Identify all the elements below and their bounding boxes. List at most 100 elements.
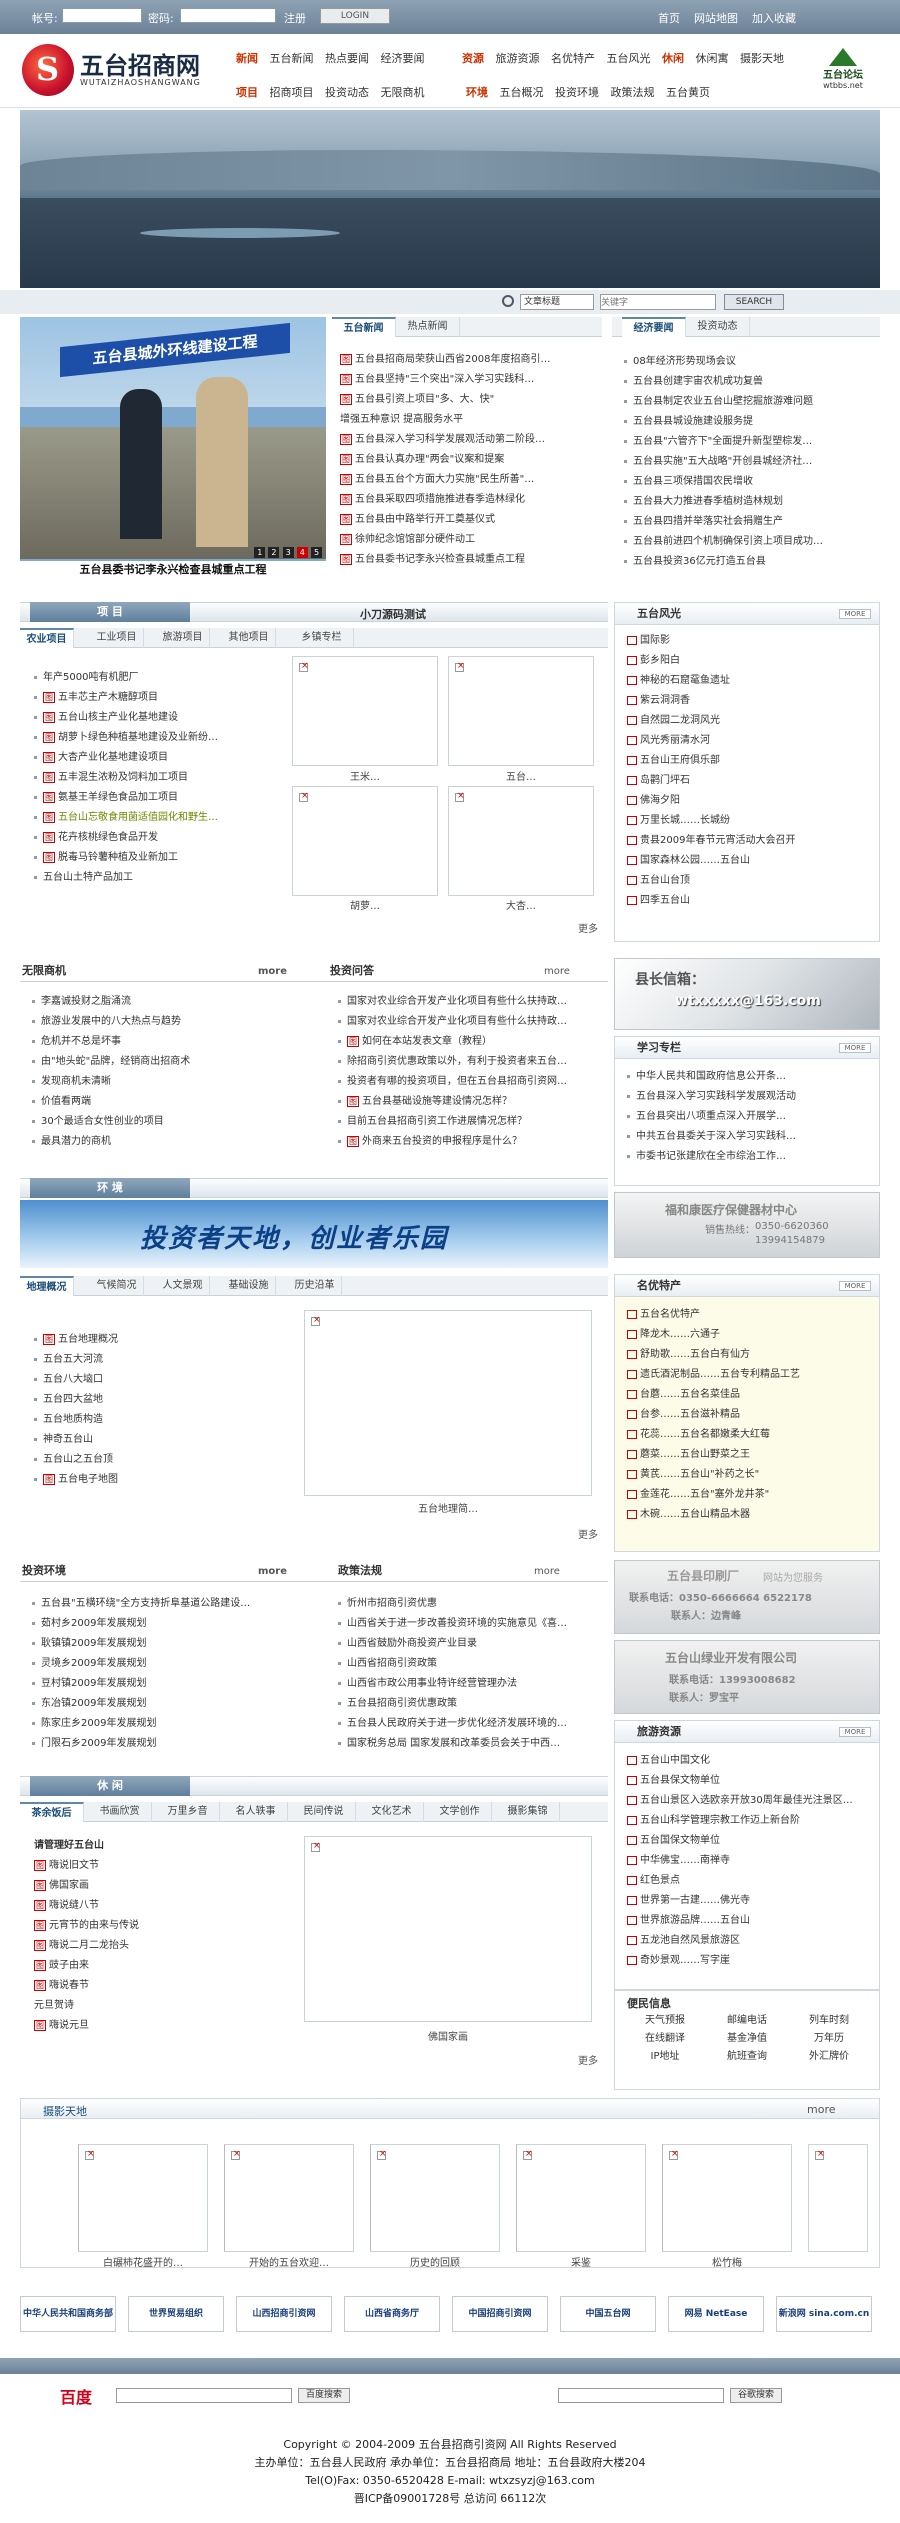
list-item[interactable]: 图五台山核主产业化基地建设 xyxy=(34,708,284,728)
leisure-thumb-caption[interactable]: 佛国家画 xyxy=(304,2028,592,2043)
list-item[interactable]: 市委书记张建欣在全市综治工作… xyxy=(627,1147,871,1167)
list-item[interactable]: 中华佛宝……南禅寺 xyxy=(627,1851,871,1871)
list-item[interactable]: 黄芪……五台山"补药之长" xyxy=(627,1465,871,1485)
list-item[interactable]: 木碗……五台山精品木器 xyxy=(627,1505,871,1525)
slider-page-1[interactable]: 1 xyxy=(254,547,266,558)
list-item[interactable]: 五台五大河流 xyxy=(34,1350,284,1370)
list-item[interactable]: 忻州市招商引资优惠 xyxy=(338,1594,608,1614)
tab-leisure-2[interactable]: 书画欣赏 xyxy=(88,1802,152,1822)
list-item[interactable]: 增强五种意识 提高服务水平 xyxy=(340,410,602,430)
list-item[interactable]: 旅游业发展中的八大热点与趋势 xyxy=(32,1012,312,1032)
convenience-link[interactable]: 基金净值 xyxy=(707,2031,787,2047)
list-item[interactable]: 图五台地理概况 xyxy=(34,1330,284,1350)
list-item[interactable]: 发现商机未清晰 xyxy=(32,1072,312,1092)
nav-link[interactable]: 热点要闻 xyxy=(325,52,369,65)
nav-link[interactable]: 五台黄页 xyxy=(666,86,710,99)
leisure-more-link[interactable]: 更多 xyxy=(578,2052,598,2067)
convenience-link[interactable]: 航班查询 xyxy=(707,2049,787,2065)
register-link[interactable]: 注册 xyxy=(284,10,306,26)
convenience-link[interactable]: 万年历 xyxy=(789,2031,869,2047)
list-item[interactable]: 五龙池自然风景旅游区 xyxy=(627,1931,871,1951)
gallery-photo-caption[interactable]: 开始的五台欢迎… xyxy=(214,2254,364,2269)
favorite-link[interactable]: 加入收藏 xyxy=(752,10,796,26)
list-item[interactable]: 佛海夕阳 xyxy=(627,791,871,811)
friend-link-logo[interactable]: 网易 NetEase xyxy=(668,2296,764,2332)
gallery-photo[interactable] xyxy=(224,2144,354,2252)
convenience-link[interactable]: 在线翻译 xyxy=(625,2031,705,2047)
friend-link-logo[interactable]: 世界贸易组织 xyxy=(128,2296,224,2332)
list-item[interactable]: 李嘉诚投财之脂涌流 xyxy=(32,992,312,1012)
list-item[interactable]: 神秘的石窟鼋鱼遗址 xyxy=(627,671,871,691)
list-item[interactable]: 五台山土特产品加工 xyxy=(34,868,284,888)
list-item[interactable]: 五台四大盆地 xyxy=(34,1390,284,1410)
printing-ad[interactable]: 五台县印刷厂 网站为您服务 联系电话：0350-6666664 6522178 … xyxy=(614,1560,880,1634)
search-field-select[interactable]: 文章标题 xyxy=(520,294,594,310)
convenience-link[interactable]: 外汇牌价 xyxy=(789,2049,869,2065)
nav-link[interactable]: 经济要闻 xyxy=(381,52,425,65)
gallery-photo[interactable] xyxy=(808,2144,868,2252)
nav-link[interactable]: 投资环境 xyxy=(555,86,599,99)
tab-infrastructure[interactable]: 基础设施 xyxy=(222,1276,276,1296)
list-item[interactable]: 四季五台山 xyxy=(627,891,871,911)
tab-history[interactable]: 历史沿革 xyxy=(288,1276,342,1296)
list-item[interactable]: 台蘑……五台名菜佳品 xyxy=(627,1385,871,1405)
photo-slider[interactable]: 五台县城外环线建设工程 五台县委书记李永兴检查县城重点工程 1 2 3 4 5 xyxy=(20,317,326,579)
project-thumb-caption[interactable]: 大杏… xyxy=(448,897,594,912)
login-button[interactable]: LOGIN xyxy=(320,8,390,24)
tab-industry-projects[interactable]: 工业项目 xyxy=(90,628,144,648)
list-item[interactable]: 图外商来五台投资的申报程序是什么？ xyxy=(338,1132,608,1152)
nav-link[interactable]: 五台新闻 xyxy=(270,52,314,65)
list-item[interactable]: 台参……五台滋补精品 xyxy=(627,1405,871,1425)
tab-econ-news[interactable]: 经济要闻 xyxy=(622,317,686,337)
list-item[interactable]: 图五台电子地图 xyxy=(34,1470,284,1490)
convenience-link[interactable]: IP地址 xyxy=(625,2049,705,2065)
list-item[interactable]: 贵县2009年春节元宵活动大会召开 xyxy=(627,831,871,851)
list-item[interactable]: 灵境乡2009年发展规划 xyxy=(32,1654,312,1674)
list-item[interactable]: 最具潜力的商机 xyxy=(32,1132,312,1152)
list-item[interactable]: 图嗨说二月二龙抬头 xyxy=(34,1936,284,1956)
nav-link[interactable]: 五台概况 xyxy=(500,86,544,99)
list-item[interactable]: 图五台县引资上项目"多、大、快" xyxy=(340,390,602,410)
list-item[interactable]: 岛鹳门坪石 xyxy=(627,771,871,791)
list-item[interactable]: 国家税务总局 国家发展和改革委员会关于中西… xyxy=(338,1734,608,1754)
medical-ad[interactable]: 福和康医疗保健器材中心 销售热线： 0350-6620360 139941548… xyxy=(614,1192,880,1258)
gallery-photo-caption[interactable]: 采鉴 xyxy=(506,2254,656,2269)
tab-leisure-4[interactable]: 名人轶事 xyxy=(224,1802,288,1822)
list-item[interactable]: 五台地质构造 xyxy=(34,1410,284,1430)
nav-link[interactable]: 投资动态 xyxy=(325,86,369,99)
password-input[interactable] xyxy=(180,8,276,23)
list-item[interactable]: 图嗨说元旦 xyxy=(34,2016,284,2036)
policy-more-link[interactable]: more xyxy=(534,1566,560,1577)
nav-link[interactable]: 名优特产 xyxy=(551,52,595,65)
project-thumb-4[interactable] xyxy=(448,786,594,896)
list-item[interactable]: 豆村镇2009年发展规划 xyxy=(32,1674,312,1694)
list-item[interactable]: 价值看两端 xyxy=(32,1092,312,1112)
list-item[interactable]: 图五台县招商局荣获山西省2008年度招商引… xyxy=(340,350,602,370)
list-item[interactable]: 山西省鼓励外商投资产业目录 xyxy=(338,1634,608,1654)
list-item[interactable]: 神奇五台山 xyxy=(34,1430,284,1450)
list-item[interactable]: 五台国保文物单位 xyxy=(627,1831,871,1851)
gallery-photo[interactable] xyxy=(78,2144,208,2252)
list-item[interactable]: 五台县三项保措国农民增收 xyxy=(624,472,880,492)
list-item[interactable]: 图五台山忘敬食用菌适值园化和野生… xyxy=(34,808,284,828)
list-item[interactable]: 图大杏产业化基地建设项目 xyxy=(34,748,284,768)
tab-invest-news[interactable]: 投资动态 xyxy=(686,317,750,337)
list-item[interactable]: 国家森林公园……五台山 xyxy=(627,851,871,871)
friend-link-logo[interactable]: 新浪网 sina.com.cn xyxy=(776,2296,872,2332)
search-button[interactable]: SEARCH xyxy=(724,294,784,310)
list-item[interactable]: 五台山科学管理宗教工作迈上新台阶 xyxy=(627,1811,871,1831)
list-item[interactable]: 五台县"六管齐下"全面提升新型塑棕发… xyxy=(624,432,880,452)
list-item[interactable]: 图豉子由来 xyxy=(34,1956,284,1976)
list-item[interactable]: 图五丰混生浓粉及饲料加工项目 xyxy=(34,768,284,788)
tab-other-projects[interactable]: 其他项目 xyxy=(222,628,276,648)
list-item[interactable]: 五台县县城设施建设服务提 xyxy=(624,412,880,432)
project-thumb-2[interactable] xyxy=(448,656,594,766)
list-item[interactable]: 图嗨说缝八节 xyxy=(34,1896,284,1916)
tab-leisure-1[interactable]: 茶余饭后 xyxy=(20,1802,84,1822)
list-item[interactable]: 风光秀丽清水河 xyxy=(627,731,871,751)
list-item[interactable]: 图五台县委书记李永兴检查县城重点工程 xyxy=(340,550,602,570)
convenience-link[interactable]: 列车时刻 xyxy=(789,2013,869,2029)
list-item[interactable]: 中华人民共和国政府信息公开条… xyxy=(627,1067,871,1087)
list-item[interactable]: 图佛国家画 xyxy=(34,1876,284,1896)
gallery-photo-caption[interactable]: 历史的回顾 xyxy=(360,2254,510,2269)
